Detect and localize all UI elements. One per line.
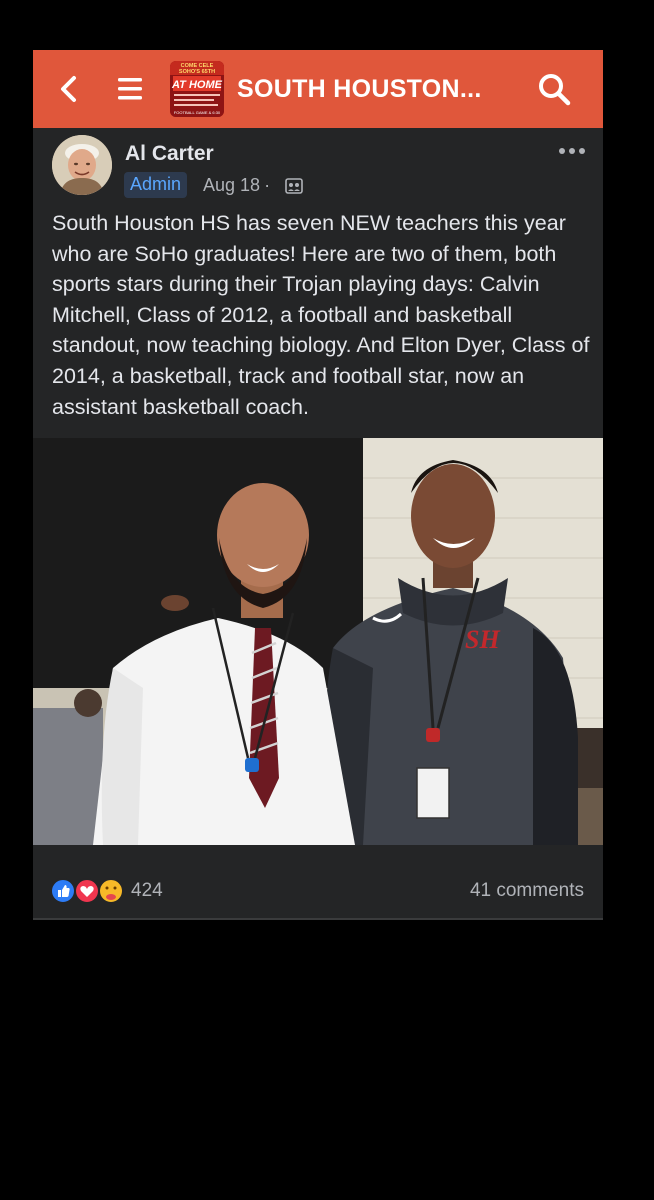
- thumb-line2: SOHO'S 65TH: [179, 69, 215, 75]
- card-divider: [33, 918, 603, 920]
- post-date[interactable]: Aug 18: [203, 175, 260, 195]
- group-title[interactable]: SOUTH HOUSTON...: [237, 72, 517, 106]
- thumb-line3: AT HOME: [171, 79, 223, 91]
- post-photo[interactable]: SH: [33, 438, 603, 845]
- screen: COME CELE SOHO'S 65TH AT HOME FOOTBALL G…: [0, 0, 654, 1200]
- author-avatar[interactable]: [52, 135, 112, 195]
- post-card: COME CELE SOHO'S 65TH AT HOME FOOTBALL G…: [33, 50, 603, 920]
- hamburger-menu-icon[interactable]: [117, 76, 143, 102]
- more-options-icon[interactable]: [557, 144, 587, 156]
- admin-badge: Admin: [124, 172, 188, 198]
- author-name[interactable]: Al Carter: [125, 142, 214, 166]
- shirt-logo: SH: [465, 625, 500, 654]
- meta-separator: ·: [264, 175, 271, 195]
- group-cover-thumbnail[interactable]: COME CELE SOHO'S 65TH AT HOME FOOTBALL G…: [170, 61, 224, 117]
- thumb-line4: FOOTBALL GAME & 6:30: [174, 110, 221, 115]
- comments-count[interactable]: 41 comments: [470, 880, 584, 902]
- post-meta: Aug 18 ·: [203, 175, 274, 196]
- back-icon[interactable]: [57, 74, 81, 104]
- post-body: South Houston HS has seven NEW teachers …: [52, 211, 590, 419]
- reaction-count[interactable]: 424: [131, 880, 163, 902]
- reaction-icons[interactable]: [49, 877, 129, 905]
- group-header-bar: COME CELE SOHO'S 65TH AT HOME FOOTBALL G…: [33, 50, 603, 128]
- search-icon[interactable]: [537, 72, 571, 106]
- group-members-icon: [285, 178, 303, 194]
